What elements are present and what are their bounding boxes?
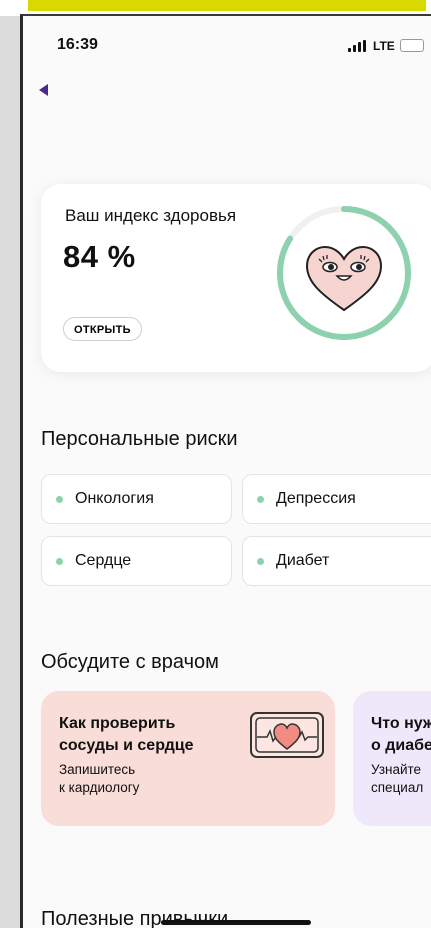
discuss-card-diabetes[interactable]: Что нуж о диабе Узнайте специал: [353, 691, 431, 826]
health-index-card: Ваш индекс здоровья 84 % ОТКРЫТЬ: [41, 184, 431, 372]
status-bar: 16:39 LTE: [23, 16, 431, 60]
back-arrow-icon[interactable]: [39, 84, 48, 96]
risks-section-title: Персональные риски: [41, 428, 238, 450]
health-index-value: 84 %: [63, 239, 136, 274]
discuss-card-title: Как проверить сосуды и сердце: [59, 715, 194, 754]
heart-face-icon: [305, 245, 383, 312]
network-type: LTE: [373, 39, 395, 53]
discuss-section-title: Обсудите с врачом: [41, 651, 219, 673]
cellular-signal-icon: [348, 40, 368, 52]
yellow-banner: [28, 0, 426, 11]
risk-item-oncology[interactable]: Онкология: [41, 474, 232, 524]
risk-item-label: Диабет: [276, 552, 330, 569]
health-index-gauge: [277, 206, 411, 340]
discuss-card-subtitle: Узнайте специал: [371, 762, 424, 795]
health-index-title: Ваш индекс здоровья: [65, 206, 237, 225]
risk-item-depression[interactable]: Депрессия: [242, 474, 431, 524]
phone-screen: 16:39 LTE Ваш индекс здоровья 84 % ОТКРЫ…: [20, 14, 431, 928]
status-dot-icon: [56, 557, 63, 565]
risk-item-label: Депрессия: [276, 490, 356, 507]
status-dot-icon: [257, 495, 264, 503]
status-time: 16:39: [57, 36, 98, 53]
open-button[interactable]: ОТКРЫТЬ: [63, 317, 142, 341]
risk-item-heart[interactable]: Сердце: [41, 536, 232, 586]
discuss-card-heart-check[interactable]: Как проверить сосуды и сердце Запишитесь…: [41, 691, 335, 826]
battery-icon: [400, 39, 424, 52]
risk-item-label: Онкология: [75, 490, 154, 507]
home-indicator[interactable]: [161, 920, 311, 925]
discuss-card-title: Что нуж о диабе: [371, 715, 431, 754]
discuss-card-subtitle: Запишитесь к кардиологу: [59, 762, 140, 795]
risk-item-diabetes[interactable]: Диабет: [242, 536, 431, 586]
habits-section-title: Полезные привычки: [41, 908, 229, 928]
risk-item-label: Сердце: [75, 552, 132, 569]
status-dot-icon: [257, 557, 264, 565]
status-dot-icon: [56, 495, 63, 503]
heart-monitor-icon: [250, 712, 324, 758]
